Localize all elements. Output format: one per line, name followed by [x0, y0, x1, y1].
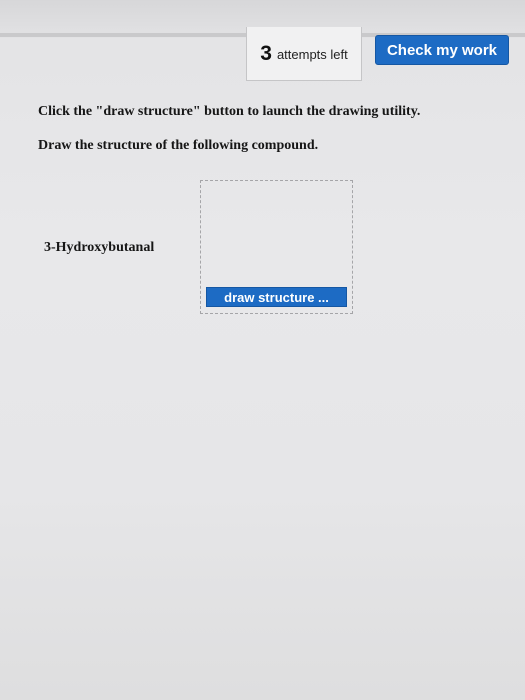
draw-structure-button[interactable]: draw structure ...	[206, 287, 347, 307]
instruction-draw-structure: Draw the structure of the following comp…	[38, 138, 319, 153]
attempts-count: 3	[260, 41, 272, 65]
check-my-work-button[interactable]: Check my work	[375, 35, 509, 65]
attempts-remaining-indicator: 3 attempts left	[246, 27, 362, 81]
attempts-label: attempts left	[276, 47, 348, 62]
compound-name-label: 3-Hydroxybutanal	[44, 240, 155, 255]
instruction-launch-drawing: Click the "draw structure" button to lau…	[38, 104, 421, 119]
